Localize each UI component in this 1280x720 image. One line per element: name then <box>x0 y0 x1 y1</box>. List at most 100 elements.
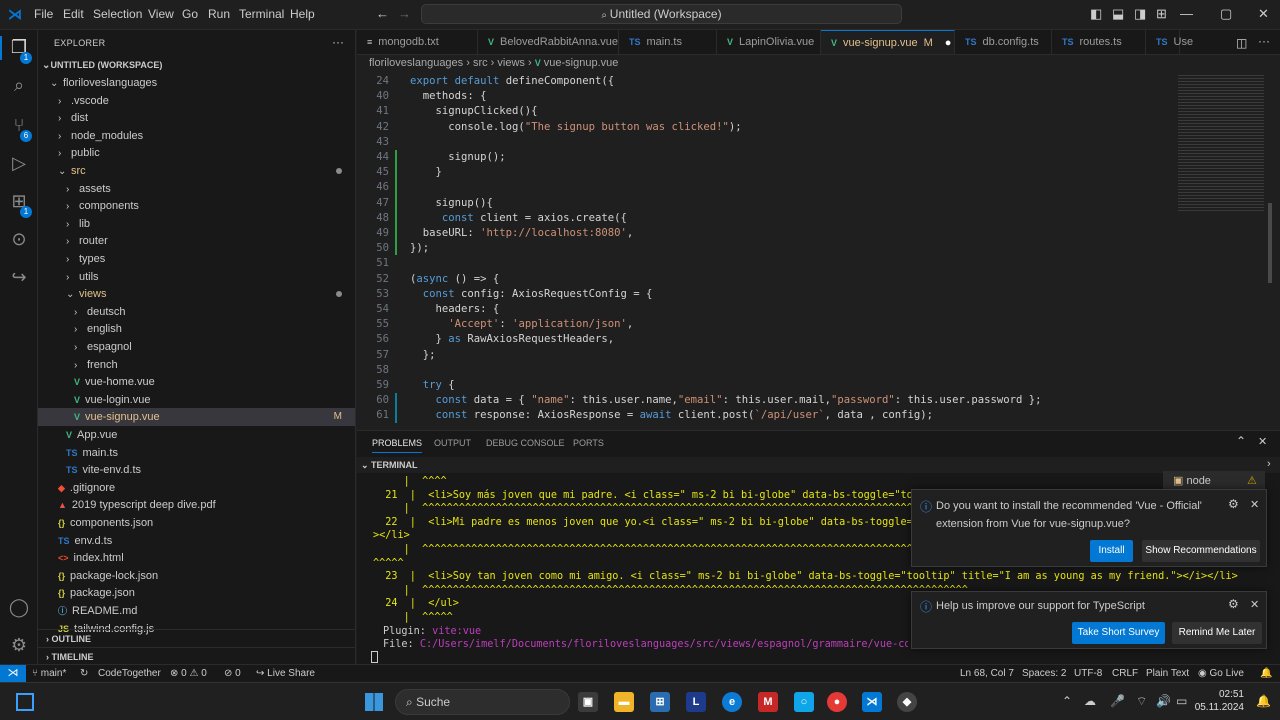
split-editor-icon[interactable]: ◫ <box>1236 36 1247 50</box>
toggle-panel-icon[interactable]: ⬓ <box>1112 6 1124 22</box>
remind-later-button[interactable]: Remind Me Later <box>1172 622 1262 644</box>
cursor-position[interactable]: Ln 68, Col 7 <box>960 668 1014 679</box>
close-window-icon[interactable]: ✕ <box>1258 6 1269 22</box>
terminal-header[interactable]: ⌄ TERMINAL <box>357 457 1280 473</box>
codetogether-label[interactable]: CodeTogether <box>98 668 161 679</box>
encoding[interactable]: UTF-8 <box>1074 668 1102 679</box>
menu-go[interactable]: Go <box>182 7 198 21</box>
tree-item[interactable]: ⓘ README.md <box>38 602 355 620</box>
language-mode[interactable]: Plain Text <box>1146 668 1189 679</box>
editor-tab[interactable]: TS routes.ts <box>1052 30 1146 54</box>
minimize-icon[interactable]: — <box>1180 6 1193 21</box>
breadcrumb-views[interactable]: views <box>497 57 525 69</box>
editor-tab[interactable]: TS Use <box>1146 30 1193 54</box>
branch-indicator[interactable]: ⑂ main* <box>32 668 66 679</box>
menu-edit[interactable]: Edit <box>63 7 84 21</box>
more-actions-icon[interactable]: ··· <box>332 35 344 49</box>
tree-item[interactable]: {} package.json <box>38 584 355 602</box>
ports-indicator[interactable]: ⊘ 0 <box>224 668 241 679</box>
notification-gear-icon[interactable]: ⚙ <box>1228 597 1239 611</box>
editor-tab[interactable]: ≡ mongodb.txt <box>357 30 478 54</box>
clock[interactable]: 02:51 05.11.2024 <box>1194 688 1244 714</box>
tree-item[interactable]: Vvue-login.vue <box>38 391 355 409</box>
taskbar-search[interactable]: ⌕ Suche <box>395 689 570 715</box>
tree-item[interactable]: › components <box>38 197 355 215</box>
toggle-secondary-sidebar-icon[interactable]: ◨ <box>1134 6 1146 22</box>
maximize-icon[interactable]: ▢ <box>1220 6 1232 22</box>
end-of-line[interactable]: CRLF <box>1112 668 1138 679</box>
editor-tab[interactable]: V LapinOlivia.vue <box>717 30 821 54</box>
tree-item[interactable]: › utils <box>38 268 355 286</box>
problems-indicator[interactable]: ⊗ 0 ⚠ 0 <box>170 668 207 679</box>
app-icon[interactable]: ◆ <box>897 692 917 712</box>
tree-item[interactable]: ⌄ views <box>38 285 355 303</box>
breadcrumb-root[interactable]: floriloveslanguages <box>369 57 463 69</box>
menu-help[interactable]: Help <box>290 7 315 21</box>
sync-icon[interactable]: ↻ <box>80 668 88 679</box>
notifications-bell-icon[interactable]: 🔔 <box>1260 668 1272 679</box>
tree-item[interactable]: › espagnol <box>38 338 355 356</box>
indentation[interactable]: Spaces: 2 <box>1022 668 1066 679</box>
menu-view[interactable]: View <box>148 7 174 21</box>
tray-network-icon[interactable]: ⌔ <box>1136 694 1147 709</box>
tree-item[interactable]: › english <box>38 320 355 338</box>
editor-tab[interactable]: Vvue-signup.vue M ● <box>821 30 955 54</box>
run-debug-icon[interactable]: ▷ <box>8 152 30 174</box>
editor-scrollbar[interactable] <box>1268 203 1272 283</box>
close-panel-icon[interactable]: ✕ <box>1258 435 1267 448</box>
timeline-section[interactable]: › TIMELINE <box>38 647 355 664</box>
tree-item[interactable]: {} components.json <box>38 514 355 532</box>
go-live-button[interactable]: ◉ Go Live <box>1198 668 1244 679</box>
back-arrow-icon[interactable]: ← <box>376 6 389 21</box>
tree-item[interactable]: ⌄ src <box>38 162 355 180</box>
editor-tab[interactable]: TS db.config.ts <box>955 30 1052 54</box>
maximize-panel-icon[interactable]: ⌃ <box>1236 434 1246 448</box>
search-view-icon[interactable]: ⌕ <box>8 74 30 96</box>
code-editor[interactable]: 24 export default defineComponent({40 met… <box>357 73 1262 426</box>
unsaved-dot-icon[interactable]: ● <box>945 37 952 49</box>
tab-ports[interactable]: PORTS <box>573 438 604 448</box>
shield-icon[interactable]: M <box>758 692 778 712</box>
notification-close-icon[interactable]: ✕ <box>1250 498 1259 511</box>
tab-problems[interactable]: PROBLEMS <box>372 438 423 453</box>
accounts-icon[interactable]: ◯ <box>8 596 30 618</box>
menu-file[interactable]: File <box>34 7 53 21</box>
tray-volume-icon[interactable]: 🔊 <box>1156 694 1171 708</box>
tree-item[interactable]: › router <box>38 232 355 250</box>
tree-item[interactable]: {} package-lock.json <box>38 567 355 585</box>
file-explorer-icon[interactable]: ▬ <box>614 692 634 712</box>
l-app-icon[interactable]: L <box>686 692 706 712</box>
live-share-button[interactable]: ↪ Live Share <box>256 668 315 679</box>
tree-item[interactable]: V App.vue <box>38 426 355 444</box>
terminal-chevron-right-icon[interactable]: › <box>1267 458 1271 470</box>
menu-selection[interactable]: Selection <box>93 7 142 21</box>
notification-close-icon[interactable]: ✕ <box>1250 598 1259 611</box>
tree-item[interactable]: TS vite-env.d.ts <box>38 461 355 479</box>
notification-center-icon[interactable]: 🔔 <box>1256 694 1271 708</box>
tray-battery-icon[interactable]: ▭ <box>1176 694 1187 708</box>
tree-item[interactable]: › .vscode <box>38 92 355 110</box>
widgets-icon[interactable] <box>16 693 34 711</box>
breadcrumb-src[interactable]: src <box>473 57 488 69</box>
menu-terminal[interactable]: Terminal <box>239 7 284 21</box>
vscode-taskbar-icon[interactable]: ⋊ <box>862 692 882 712</box>
tree-item[interactable]: Vvue-home.vue <box>38 373 355 391</box>
editor-tab[interactable]: TS main.ts <box>619 30 717 54</box>
remote-explorer-icon[interactable]: ⊙ <box>8 228 30 250</box>
windows-start-icon[interactable] <box>365 693 383 711</box>
tree-item[interactable]: › public <box>38 144 355 162</box>
tree-item[interactable]: › french <box>38 356 355 374</box>
terminal-instance-tab[interactable]: ▣ node ⚠ <box>1163 471 1265 491</box>
tab-output[interactable]: OUTPUT <box>434 438 471 448</box>
chrome-icon[interactable]: ● <box>827 692 847 712</box>
install-button[interactable]: Install <box>1090 540 1133 562</box>
tree-item[interactable]: <> index.html <box>38 549 355 567</box>
tree-item[interactable]: › lib <box>38 215 355 233</box>
tree-item[interactable]: TS env.d.ts <box>38 532 355 550</box>
menu-run[interactable]: Run <box>208 7 230 21</box>
file-value[interactable]: C:/Users/imelf/Documents/floriloveslangu… <box>420 639 908 650</box>
tree-item[interactable]: ▲ 2019 typescript deep dive.pdf <box>38 496 355 514</box>
tree-item[interactable]: › assets <box>38 180 355 198</box>
task-view-icon[interactable]: ▣ <box>578 692 598 712</box>
customize-layout-icon[interactable]: ⊞ <box>1156 6 1167 22</box>
